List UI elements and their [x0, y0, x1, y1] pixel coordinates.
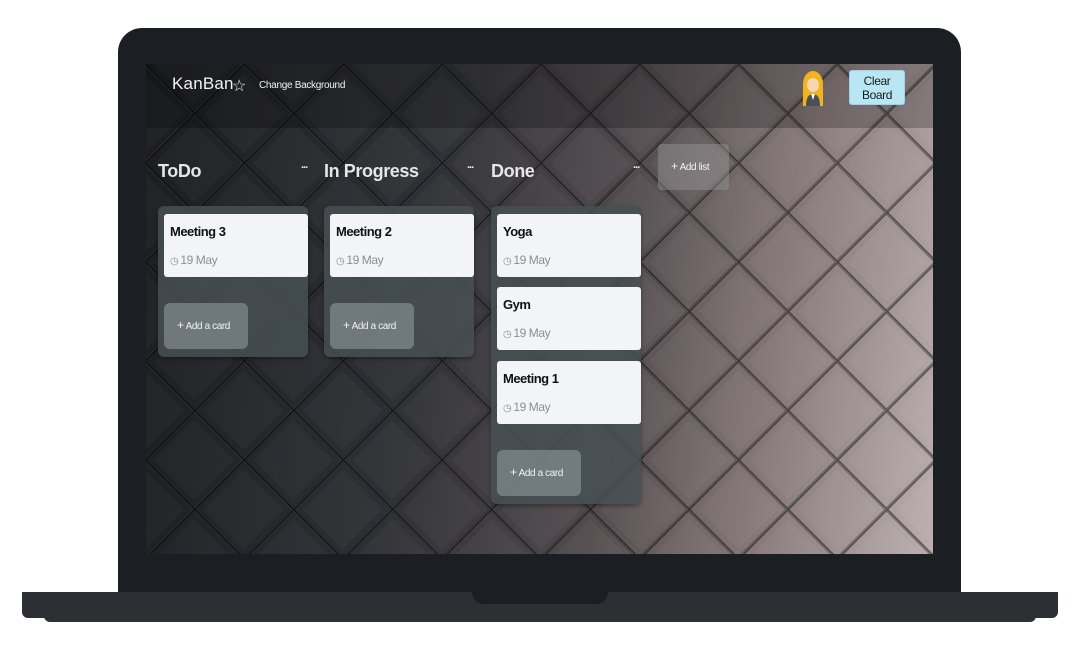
clock-icon: ◷ [503, 329, 512, 340]
card-title: Meeting 2 [336, 224, 392, 239]
app-screen: KanBan ☆ Change Background Clear Board T… [146, 64, 933, 554]
list-done: Yoga ◷ 19 May Gym ◷ 19 May Meeting 1 ◷ 19 M… [491, 206, 641, 504]
card-date-text: 19 May [346, 253, 384, 267]
app-title: KanBan [172, 74, 234, 93]
add-card-label: Add a card [518, 468, 564, 479]
list-menu-todo[interactable]: ... [301, 159, 308, 171]
card-title: Yoga [503, 224, 532, 239]
clock-icon: ◷ [170, 256, 179, 267]
list-menu-in-progress[interactable]: ... [467, 159, 474, 171]
list-menu-done[interactable]: ... [633, 159, 640, 171]
card-date: ◷ 19 May [170, 253, 218, 267]
clock-icon: ◷ [503, 403, 512, 414]
add-list-label: Add list [679, 162, 710, 173]
card-yoga[interactable]: Yoga ◷ 19 May [497, 214, 641, 277]
card-date: ◷ 19 May [503, 400, 551, 414]
top-bar: KanBan ☆ Change Background Clear Board [146, 64, 933, 128]
add-card-button[interactable]: + Add a card [164, 303, 248, 349]
change-background-link[interactable]: Change Background [259, 80, 345, 91]
list-title-done[interactable]: Done [491, 161, 535, 182]
card-date-text: 19 May [513, 253, 551, 267]
user-avatar-icon[interactable] [802, 70, 824, 106]
add-card-label: Add a card [351, 321, 397, 332]
card-date-text: 19 May [180, 253, 218, 267]
clock-icon: ◷ [503, 256, 512, 267]
list-title-in-progress[interactable]: In Progress [324, 161, 419, 182]
laptop-notch [472, 592, 608, 604]
card-date-text: 19 May [513, 326, 551, 340]
card-meeting-2[interactable]: Meeting 2 ◷ 19 May [330, 214, 474, 277]
plus-icon: + [177, 318, 184, 332]
clock-icon: ◷ [336, 256, 345, 267]
add-list-button[interactable]: + Add list [658, 144, 729, 190]
card-title: Meeting 3 [170, 224, 226, 239]
card-date-text: 19 May [513, 400, 551, 414]
card-gym[interactable]: Gym ◷ 19 May [497, 287, 641, 350]
card-date: ◷ 19 May [336, 253, 384, 267]
clear-board-button[interactable]: Clear Board [849, 70, 905, 105]
card-title: Meeting 1 [503, 371, 559, 386]
plus-icon: + [510, 465, 517, 479]
card-meeting-1[interactable]: Meeting 1 ◷ 19 May [497, 361, 641, 424]
list-in-progress: Meeting 2 ◷ 19 May + Add a card [324, 206, 474, 357]
list-todo: Meeting 3 ◷ 19 May + Add a card [158, 206, 308, 357]
star-icon[interactable]: ☆ [232, 76, 246, 96]
card-date: ◷ 19 May [503, 326, 551, 340]
plus-icon: + [343, 318, 350, 332]
card-date: ◷ 19 May [503, 253, 551, 267]
add-card-button[interactable]: + Add a card [330, 303, 414, 349]
laptop-base-lip [44, 616, 1036, 622]
add-card-label: Add a card [185, 321, 231, 332]
add-card-button[interactable]: + Add a card [497, 450, 581, 496]
card-title: Gym [503, 297, 531, 312]
card-meeting-3[interactable]: Meeting 3 ◷ 19 May [164, 214, 308, 277]
plus-icon: + [671, 159, 678, 173]
list-title-todo[interactable]: ToDo [158, 161, 201, 182]
